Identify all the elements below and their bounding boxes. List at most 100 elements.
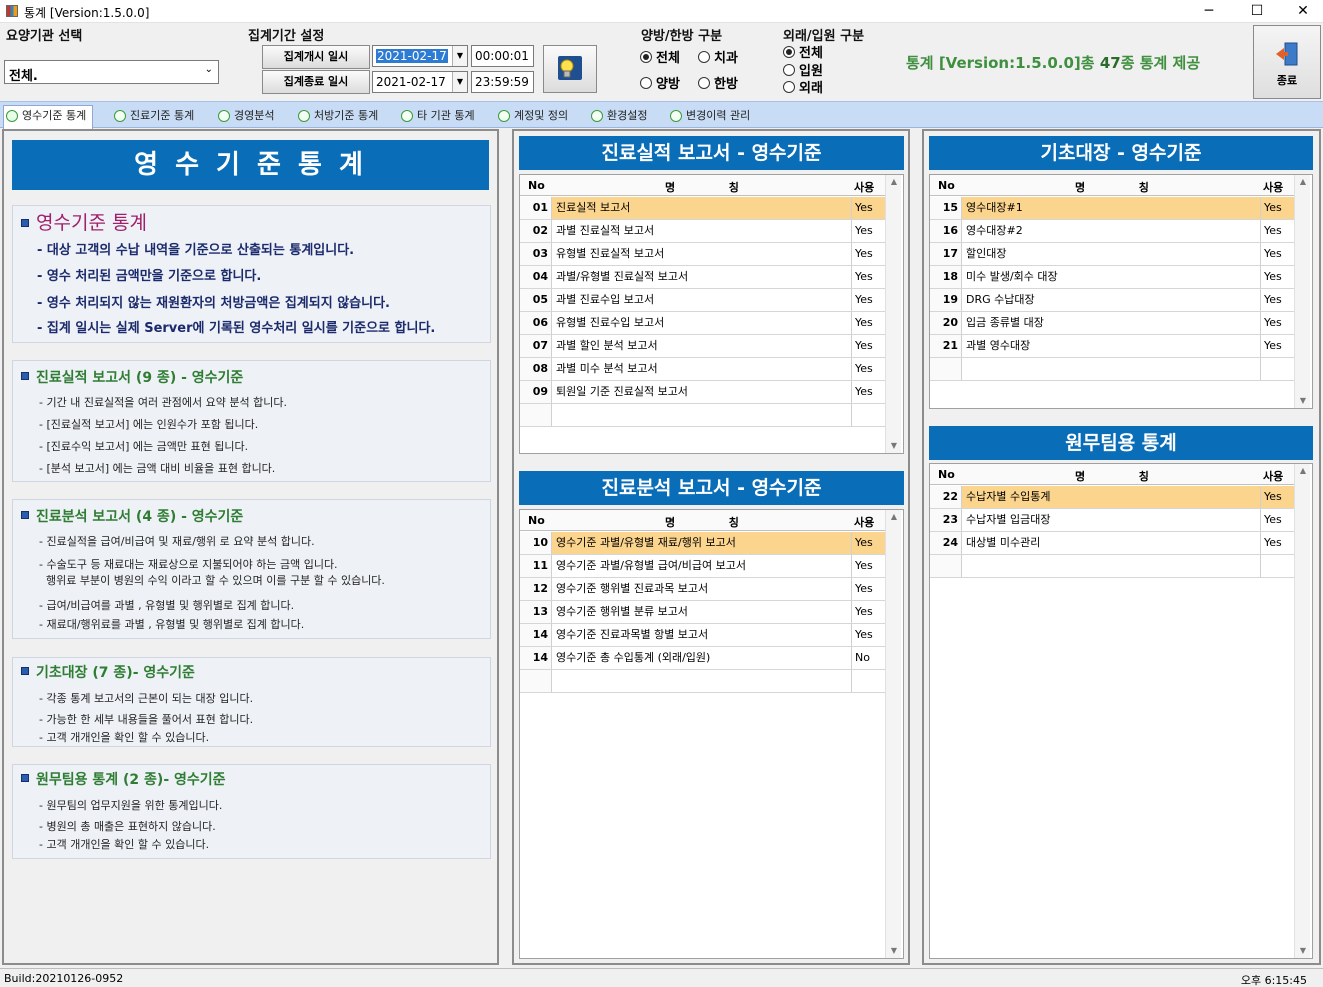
visit-radio-outpatient[interactable]: 외래 xyxy=(783,77,823,96)
row-use: No xyxy=(851,647,870,669)
scroll-down-icon[interactable]: ▼ xyxy=(1295,394,1311,408)
table-row[interactable]: 09 퇴원일 기준 진료실적 보고서 Yes xyxy=(520,381,885,404)
row-no: 21 xyxy=(930,335,962,357)
table-row[interactable]: 22 수납자별 수입통계 Yes xyxy=(930,486,1294,509)
scroll-down-icon[interactable]: ▼ xyxy=(1295,944,1311,958)
tab-circle-icon xyxy=(401,110,413,122)
row-name: 퇴원일 기준 진료실적 보고서 xyxy=(556,385,688,398)
table-row[interactable]: 04 과별/유형별 진료실적 보고서 Yes xyxy=(520,266,885,289)
scroll-up-icon[interactable]: ▲ xyxy=(1295,175,1311,189)
section-line: - 진료실적을 급여/비급여 및 재료/행위 로 요약 분석 합니다. xyxy=(39,535,315,548)
tab-management-analysis[interactable]: 경영분석 xyxy=(216,106,274,128)
close-button[interactable]: ✕ xyxy=(1280,0,1323,23)
minimize-button[interactable]: ─ xyxy=(1186,0,1232,23)
chevron-down-icon[interactable]: ▼ xyxy=(452,72,467,92)
vertical-scrollbar[interactable]: ▲ ▼ xyxy=(885,510,901,958)
report3-grid[interactable]: No 명 칭 사용 15 영수대장#1 Yes 16 영수대장#2 Yes 17 할인대장 Yes 18… xyxy=(929,174,1313,409)
table-row[interactable]: 12 영수기준 행위별 진료과목 보고서 Yes xyxy=(520,578,885,601)
type-radio-all[interactable]: 전체 xyxy=(640,47,680,66)
empty-row[interactable] xyxy=(520,404,885,427)
row-no: 13 xyxy=(520,601,552,623)
status-time: 오후 6:15:45 xyxy=(1240,974,1307,987)
table-row[interactable]: 11 영수기준 과별/유형별 급여/비급여 보고서 Yes xyxy=(520,555,885,578)
tab-receipt-stats[interactable]: 영수기준 통계 xyxy=(3,105,94,129)
type-radio-western[interactable]: 양방 xyxy=(640,73,680,92)
vertical-scrollbar[interactable]: ▲ ▼ xyxy=(885,175,901,453)
start-date-picker[interactable]: 2021-02-17 ▼ xyxy=(372,45,468,67)
end-datetime-button[interactable]: 집계종료 일시 xyxy=(262,70,370,94)
end-date-picker[interactable]: 2021-02-17 ▼ xyxy=(372,71,468,93)
table-row[interactable]: 19 DRG 수납대장 Yes xyxy=(930,289,1294,312)
type-radio-oriental[interactable]: 한방 xyxy=(698,73,738,92)
scroll-down-icon[interactable]: ▼ xyxy=(886,439,902,453)
report4-grid[interactable]: No 명 칭 사용 22 수납자별 수입통계 Yes 23 수납자별 입금대장 Yes 24 대상별… xyxy=(929,463,1313,959)
table-row[interactable]: 01 진료실적 보고서 Yes xyxy=(520,197,885,220)
report2-grid[interactable]: No 명 칭 사용 10 영수기준 과별/유형별 재료/행위 보고서 Yes 11 영수기준 … xyxy=(519,509,904,959)
maximize-button[interactable]: ☐ xyxy=(1234,0,1280,23)
tab-prescription-stats[interactable]: 처방기준 통계 xyxy=(296,106,378,128)
row-use: Yes xyxy=(851,312,873,334)
vertical-scrollbar[interactable]: ▲ ▼ xyxy=(1294,175,1310,408)
grid-header: No 명 칭 사용 xyxy=(930,464,1294,485)
table-row[interactable]: 14 영수기준 진료과목별 항별 보고서 Yes xyxy=(520,624,885,647)
scroll-up-icon[interactable]: ▲ xyxy=(1295,464,1311,478)
table-row[interactable]: 14 영수기준 총 수입통계 (외래/입원) No xyxy=(520,647,885,670)
tab-other-institution-stats[interactable]: 타 기관 통계 xyxy=(399,106,475,128)
tab-circle-icon xyxy=(6,110,18,122)
table-row[interactable]: 06 유형별 진료수입 보고서 Yes xyxy=(520,312,885,335)
report2-title: 진료분석 보고서 - 영수기준 xyxy=(519,471,904,505)
chevron-down-icon[interactable]: ▼ xyxy=(452,46,467,66)
report1-title: 진료실적 보고서 - 영수기준 xyxy=(519,136,904,170)
table-row[interactable]: 21 과별 영수대장 Yes xyxy=(930,335,1294,358)
table-row[interactable]: 24 대상별 미수관리 Yes xyxy=(930,532,1294,555)
query-button[interactable] xyxy=(543,45,597,93)
table-row[interactable]: 10 영수기준 과별/유형별 재료/행위 보고서 Yes xyxy=(520,532,885,555)
row-use: Yes xyxy=(1260,266,1282,288)
exit-button[interactable]: 종료 xyxy=(1253,25,1321,99)
table-row[interactable]: 23 수납자별 입금대장 Yes xyxy=(930,509,1294,532)
row-name: 미수 발생/회수 대장 xyxy=(966,270,1058,283)
tab-settings[interactable]: 환경설정 xyxy=(589,106,647,128)
end-time-field[interactable]: 23:59:59 xyxy=(471,71,534,93)
table-row[interactable]: 08 과별 미수 분석 보고서 Yes xyxy=(520,358,885,381)
row-use xyxy=(1260,555,1264,577)
table-row[interactable]: 15 영수대장#1 Yes xyxy=(930,197,1294,220)
row-name: 영수기준 행위별 분류 보고서 xyxy=(556,605,688,618)
empty-row[interactable] xyxy=(930,555,1294,578)
empty-row[interactable] xyxy=(520,670,885,693)
start-time-field[interactable]: 00:00:01 xyxy=(471,45,534,67)
tab-bar: 영수기준 통계 진료기준 통계 경영분석 처방기준 통계 타 기관 통계 계정및… xyxy=(0,101,1323,129)
tab-change-history[interactable]: 변경이력 관리 xyxy=(668,106,750,128)
table-row[interactable]: 18 미수 발생/회수 대장 Yes xyxy=(930,266,1294,289)
scroll-up-icon[interactable]: ▲ xyxy=(886,175,902,189)
table-row[interactable]: 17 할인대장 Yes xyxy=(930,243,1294,266)
start-datetime-button[interactable]: 집계개시 일시 xyxy=(262,45,370,69)
vertical-scrollbar[interactable]: ▲ ▼ xyxy=(1294,464,1310,958)
row-no: 24 xyxy=(930,532,962,554)
scroll-up-icon[interactable]: ▲ xyxy=(886,510,902,524)
radio-icon xyxy=(640,77,652,89)
tab-treatment-stats[interactable]: 진료기준 통계 xyxy=(112,106,194,128)
radio-icon xyxy=(783,64,795,76)
left-description-panel: 영 수 기 준 통 계 영수기준 통계 - 대상 고객의 수납 내역을 기준으로… xyxy=(2,129,499,965)
section-line: - 병원의 총 매출은 표현하지 않습니다. xyxy=(39,820,216,833)
visit-radio-all[interactable]: 전체 xyxy=(783,42,823,61)
hospital-select[interactable]: 전체. ⌄ xyxy=(4,60,219,84)
table-row[interactable]: 20 입금 종류별 대장 Yes xyxy=(930,312,1294,335)
bullet-square-icon xyxy=(21,667,29,675)
table-row[interactable]: 03 유형별 진료실적 보고서 Yes xyxy=(520,243,885,266)
table-row[interactable]: 05 과별 진료수입 보고서 Yes xyxy=(520,289,885,312)
empty-row[interactable] xyxy=(930,358,1294,381)
type-radio-dental[interactable]: 치과 xyxy=(698,47,738,66)
header-name: 명 칭 xyxy=(665,516,739,529)
row-no: 14 xyxy=(520,647,552,669)
row-use xyxy=(851,404,855,426)
row-name: DRG 수납대장 xyxy=(966,293,1035,306)
table-row[interactable]: 02 과별 진료실적 보고서 Yes xyxy=(520,220,885,243)
table-row[interactable]: 13 영수기준 행위별 분류 보고서 Yes xyxy=(520,601,885,624)
tab-accounts-definitions[interactable]: 계정및 정의 xyxy=(496,106,568,128)
table-row[interactable]: 16 영수대장#2 Yes xyxy=(930,220,1294,243)
report1-grid[interactable]: No 명 칭 사용 01 진료실적 보고서 Yes 02 과별 진료실적 보고서 Yes 03 유형… xyxy=(519,174,904,454)
table-row[interactable]: 07 과별 할인 분석 보고서 Yes xyxy=(520,335,885,358)
scroll-down-icon[interactable]: ▼ xyxy=(886,944,902,958)
